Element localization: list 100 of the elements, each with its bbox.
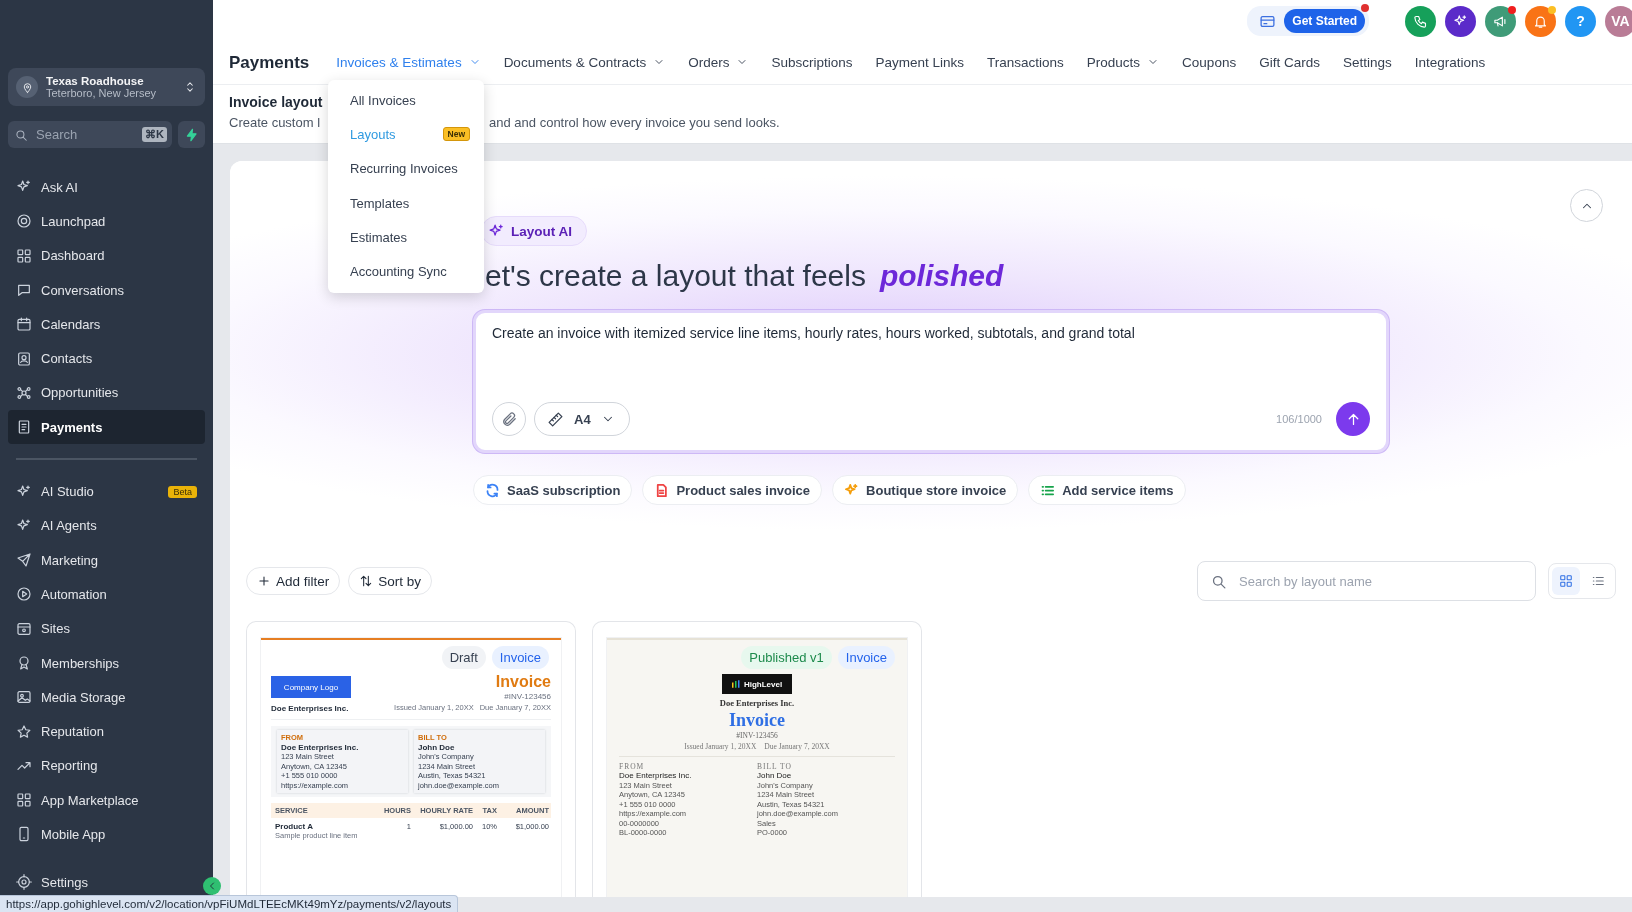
play-circle-icon (16, 586, 32, 603)
nav-tab[interactable]: Products (1086, 42, 1160, 84)
sidebar-item[interactable]: Media Storage (8, 680, 205, 715)
calendar-icon (16, 316, 32, 333)
search-field[interactable]: Search ⌘K (8, 121, 172, 148)
paper-plane-icon (16, 552, 32, 569)
sidebar-item[interactable]: Reporting (8, 748, 205, 784)
type-tag: Invoice (491, 646, 549, 669)
sidebar-item[interactable]: Memberships (8, 645, 205, 681)
bell-icon (1533, 13, 1548, 29)
sort-button[interactable]: Sort by (348, 567, 433, 595)
image-icon (16, 689, 32, 706)
sidebar-item[interactable]: Calendars (8, 307, 205, 342)
nav-tab[interactable]: Integrations (1414, 42, 1486, 84)
add-filter-button[interactable]: Add filter (246, 567, 341, 595)
document-icon (16, 419, 32, 436)
suggestion-chip[interactable]: SaaS subscription (473, 475, 633, 505)
sidebar-item[interactable]: Conversations (8, 272, 205, 308)
grid-icon (16, 792, 32, 809)
sidebar-item[interactable]: Automation (8, 577, 205, 612)
new-badge: New (442, 127, 470, 142)
character-counter: 106/1000 (1276, 413, 1322, 425)
get-started-button[interactable]: Get Started (1284, 9, 1365, 33)
paper-size-dropdown[interactable]: A4 (534, 402, 630, 436)
location-switcher[interactable]: Texas Roadhouse Teterboro, New Jersey (8, 68, 205, 106)
company-name: Doe Enterprises Inc. (271, 704, 350, 713)
hero-heading-accent: polished (879, 258, 1004, 294)
browser-window-icon (16, 620, 32, 637)
target-icon (16, 213, 32, 230)
nav-tab[interactable]: Orders (688, 42, 749, 84)
sidebar-item[interactable]: AI Studio Beta (8, 474, 205, 509)
award-icon (16, 655, 32, 671)
nav-tab[interactable]: Gift Cards (1259, 42, 1320, 84)
quick-action-button[interactable] (178, 121, 205, 148)
type-tag: Invoice (837, 646, 895, 669)
nav-tab[interactable]: Documents & Contracts (503, 42, 666, 84)
menu-item[interactable]: Templates (328, 185, 484, 221)
location-pin-icon (16, 76, 38, 98)
sidebar-item[interactable]: Ask AI (8, 170, 205, 205)
menu-item[interactable]: Estimates (328, 220, 484, 255)
phone-button[interactable] (1405, 5, 1436, 37)
menu-item[interactable]: Recurring Invoices (328, 151, 484, 186)
sidebar-item[interactable]: App Marketplace (8, 783, 205, 818)
grid-view-icon (1559, 574, 1573, 588)
mobile-phone-icon (16, 826, 32, 843)
sidebar-item[interactable]: Sites (8, 611, 205, 646)
table-cell-text: Product A (275, 822, 314, 831)
search-field[interactable]: Search by layout name (1197, 561, 1536, 601)
page-description: and and control how every invoice you send looks. (489, 115, 780, 130)
nav-tab[interactable]: Settings (1342, 42, 1392, 84)
invoice-title: Invoice (729, 710, 785, 731)
suggestion-chip[interactable]: Boutique store invoice (832, 475, 1019, 505)
suggestion-chip[interactable]: Add service items (1028, 475, 1186, 505)
logo-placeholder: Company Logo (271, 676, 351, 698)
menu-item[interactable]: Accounting Sync (328, 254, 484, 289)
collapse-sidebar-button[interactable] (203, 877, 221, 895)
status-url: https://app.gohighlevel.com/v2/location/vpFiUMdLTEEcMKt49mYz/payments/v2/layouts (0, 895, 459, 912)
sidebar-item[interactable]: Launchpad (8, 204, 205, 239)
paperclip-icon (500, 410, 518, 428)
sidebar-item[interactable]: Opportunities (8, 375, 205, 411)
nav-tab[interactable]: Payment Links (875, 42, 965, 84)
layout-ai-chip: Layout AI (481, 216, 587, 246)
prompt-box[interactable]: Create an invoice with itemized service line items, hourly rates, hours worked, subtotals, and grand total A4 106/1000 (473, 310, 1389, 453)
sidebar-item[interactable]: AI Agents (8, 508, 205, 543)
sidebar-item[interactable]: Payments (8, 410, 205, 445)
party-name: Doe Enterprises Inc. (619, 771, 693, 781)
page-title: Invoice layout (229, 94, 323, 110)
ruler-icon (547, 410, 564, 428)
menu-item[interactable]: Layouts New (328, 117, 484, 152)
plus-icon (257, 574, 271, 588)
list-view-icon (1591, 574, 1605, 588)
nav-tab[interactable]: Transactions (987, 42, 1064, 84)
megaphone-button[interactable] (1485, 5, 1516, 37)
sidebar-item[interactable]: Mobile App (8, 817, 205, 852)
search-icon (14, 127, 28, 142)
menu-item[interactable]: All Invoices (328, 83, 484, 118)
attach-button[interactable] (492, 402, 526, 436)
sidebar-item[interactable]: Settings (8, 869, 191, 895)
company-name: Doe Enterprises Inc. (719, 698, 795, 708)
bell-button[interactable] (1525, 5, 1556, 37)
invoice-title: Invoice (495, 674, 551, 690)
search-input[interactable]: Search (34, 126, 137, 143)
sidebar-item[interactable]: Marketing (8, 542, 205, 578)
view-toggle[interactable] (1552, 567, 1580, 595)
status-tag: Published v1 (741, 646, 832, 669)
suggestion-chip[interactable]: Product sales invoice (642, 475, 823, 505)
contact-card-icon (16, 350, 32, 367)
lightning-icon (184, 127, 199, 142)
sparkles-button[interactable] (1445, 5, 1476, 37)
grid-icon (16, 247, 32, 264)
sidebar-item[interactable]: Dashboard (8, 238, 205, 273)
nav-tab[interactable]: Coupons (1182, 42, 1237, 84)
sidebar-item[interactable]: Reputation (8, 714, 205, 749)
invoice-number: #INV-123456 (504, 692, 551, 701)
beta-badge: Beta (168, 485, 197, 498)
nav-tab[interactable]: Subscriptions (771, 42, 853, 84)
sort-arrows-icon (359, 574, 374, 588)
send-button[interactable] (1336, 402, 1370, 436)
page-section-title: Payments (229, 53, 310, 73)
sidebar-item[interactable]: Contacts (8, 341, 205, 376)
